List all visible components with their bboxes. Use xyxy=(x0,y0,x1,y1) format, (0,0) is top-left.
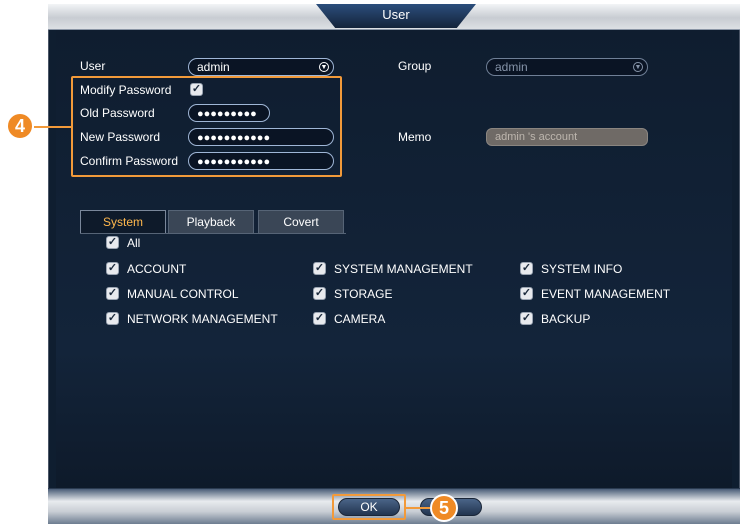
user-select-value: admin xyxy=(197,60,230,74)
chevron-down-icon: ▼ xyxy=(633,62,643,72)
ok-highlight-box xyxy=(332,494,406,520)
permission-label: NETWORK MANAGEMENT xyxy=(127,312,278,326)
step-4-badge: 4 xyxy=(6,112,34,140)
checkmark-icon: ✓ xyxy=(314,312,325,324)
tab-covert[interactable]: Covert xyxy=(258,210,344,234)
group-label: Group xyxy=(398,59,432,73)
permission-all-label: All xyxy=(127,236,141,250)
annotation-connector xyxy=(34,126,72,128)
permission-checkbox[interactable]: ✓ xyxy=(520,312,533,325)
permission-label: MANUAL CONTROL xyxy=(127,287,239,301)
chevron-down-icon: ▼ xyxy=(319,62,329,72)
permission-label: SYSTEM MANAGEMENT xyxy=(334,262,473,276)
permission-checkbox[interactable]: ✓ xyxy=(106,262,119,275)
permission-label: CAMERA xyxy=(334,312,386,326)
tab-system[interactable]: System xyxy=(80,210,166,234)
step-5-badge: 5 xyxy=(430,494,458,522)
permission-checkbox[interactable]: ✓ xyxy=(106,312,119,325)
permission-label: EVENT MANAGEMENT xyxy=(541,287,671,301)
memo-label: Memo xyxy=(398,130,432,144)
checkmark-icon: ✓ xyxy=(521,287,532,299)
tab-underline xyxy=(80,233,346,234)
checkmark-icon: ✓ xyxy=(314,287,325,299)
checkmark-icon: ✓ xyxy=(107,287,118,299)
permission-checkbox[interactable]: ✓ xyxy=(520,262,533,275)
window-title: User xyxy=(316,4,476,28)
checkmark-icon: ✓ xyxy=(521,312,532,324)
user-label: User xyxy=(80,59,106,73)
permission-label: SYSTEM INFO xyxy=(541,262,623,276)
permission-label: BACKUP xyxy=(541,312,591,326)
permission-checkbox[interactable]: ✓ xyxy=(106,287,119,300)
permission-checkbox[interactable]: ✓ xyxy=(520,287,533,300)
password-highlight-box xyxy=(71,76,342,177)
annotation-connector xyxy=(406,507,430,509)
checkmark-icon: ✓ xyxy=(107,312,118,324)
checkmark-icon: ✓ xyxy=(314,262,325,274)
permission-checkbox[interactable]: ✓ xyxy=(313,287,326,300)
checkmark-icon: ✓ xyxy=(107,236,118,248)
permission-checkbox[interactable]: ✓ xyxy=(313,262,326,275)
group-select-value: admin xyxy=(495,60,528,74)
checkmark-icon: ✓ xyxy=(521,262,532,274)
checkmark-icon: ✓ xyxy=(107,262,118,274)
group-select: admin ▼ xyxy=(486,58,648,76)
tab-playback[interactable]: Playback xyxy=(168,210,254,234)
permission-all-checkbox[interactable]: ✓ xyxy=(106,236,119,249)
memo-input[interactable]: admin 's account xyxy=(486,128,648,146)
permission-label: STORAGE xyxy=(334,287,393,301)
user-select[interactable]: admin ▼ xyxy=(188,58,334,76)
permission-checkbox[interactable]: ✓ xyxy=(313,312,326,325)
permission-label: ACCOUNT xyxy=(127,262,187,276)
